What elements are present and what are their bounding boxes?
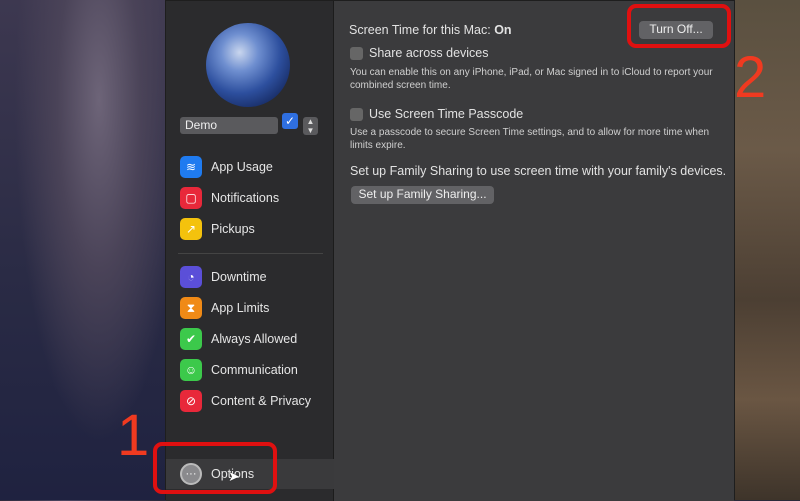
sidebar-item-label: App Usage [211,160,273,174]
sidebar-item-communication[interactable]: ☺ Communication [180,358,298,382]
sidebar-item-label: Content & Privacy [211,394,312,408]
prohibited-icon: ⊘ [180,390,202,412]
status-label: Screen Time for this Mac: [349,23,491,37]
sidebar-item-app-usage[interactable]: ≋ App Usage [180,155,273,179]
sidebar-item-label: Communication [211,363,298,377]
step-1-label: 1 [117,403,150,468]
downtime-icon: ◔ [180,266,202,288]
screen-time-status: Screen Time for this Mac: On [349,23,512,37]
main-panel: Screen Time for this Mac: On Turn Off...… [334,1,734,501]
sidebar-item-label: App Limits [211,301,270,315]
checkmark-badge-icon: ✔ [180,328,202,350]
family-sharing-button[interactable]: Set up Family Sharing... [351,186,494,204]
sidebar-item-pickups[interactable]: ↗ Pickups [180,217,255,241]
share-across-devices-checkbox[interactable] [350,47,363,60]
pickup-icon: ↗ [180,218,202,240]
highlight-turn-off [627,4,731,48]
sidebar-item-label: Always Allowed [211,332,298,346]
checkmark-icon[interactable]: ✓ [282,113,298,129]
step-2-label: 2 [734,45,767,110]
screen-time-window: Demo ✓ ▲ ▼ ≋ App Usage ▢ Notifications ↗ … [165,0,735,501]
sidebar-item-notifications[interactable]: ▢ Notifications [180,186,279,210]
sidebar-item-label: Notifications [211,191,280,205]
notification-icon: ▢ [180,187,202,209]
passcode-description: Use a passcode to secure Screen Time set… [350,127,710,151]
highlight-options [153,442,277,494]
divider [178,253,323,254]
status-value: On [494,23,512,37]
share-description: You can enable this on any iPhone, iPad,… [350,67,713,91]
layers-icon: ≋ [180,156,202,178]
user-avatar [206,23,290,107]
sidebar: Demo ✓ ▲ ▼ ≋ App Usage ▢ Notifications ↗ … [166,1,334,501]
sidebar-item-label: Downtime [211,270,267,284]
user-select[interactable]: Demo [180,117,278,134]
passcode-label: Use Screen Time Passcode [369,107,524,121]
sidebar-item-label: Pickups [211,222,255,236]
share-label: Share across devices [369,46,489,60]
passcode-checkbox[interactable] [350,108,363,121]
stepper-icon[interactable]: ▲ ▼ [303,117,318,135]
sidebar-item-content-privacy[interactable]: ⊘ Content & Privacy [180,389,311,413]
sidebar-item-always-allowed[interactable]: ✔ Always Allowed [180,327,297,351]
family-sharing-text: Set up Family Sharing to use screen time… [350,164,727,178]
mouse-pointer-icon: ➤ [228,468,240,484]
sidebar-item-app-limits[interactable]: ⧗ App Limits [180,296,269,320]
person-icon: ☺ [180,359,202,381]
sidebar-item-downtime[interactable]: ◔ Downtime [180,265,267,289]
hourglass-icon: ⧗ [180,297,202,319]
